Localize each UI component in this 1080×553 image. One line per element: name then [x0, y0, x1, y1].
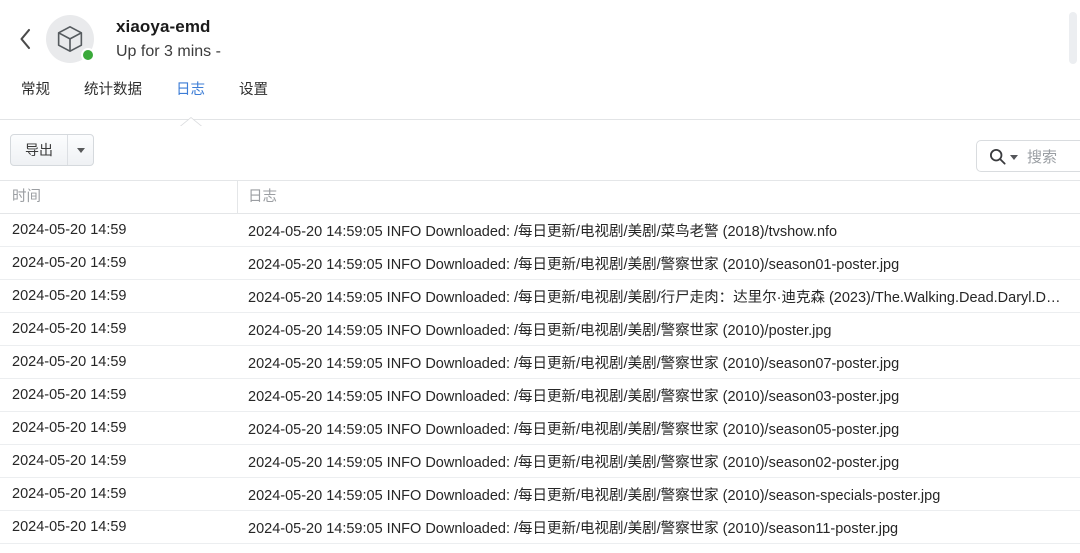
cell-log: 2024-05-20 14:59:05 INFO Downloaded: /每日…	[248, 421, 900, 438]
cell-time: 2024-05-20 14:59	[12, 453, 127, 469]
tab-settings[interactable]: 设置	[228, 78, 279, 100]
export-button-group: 导出	[10, 134, 94, 166]
cell-time: 2024-05-20 14:59	[12, 255, 127, 271]
search-icon	[989, 148, 1006, 165]
table-row[interactable]: 2024-05-20 14:59 2024-05-20 14:59:05 INF…	[0, 445, 1080, 478]
page-title: xiaoya-emd	[116, 17, 211, 36]
tab-general-label: 常规	[21, 82, 50, 98]
export-button[interactable]: 导出	[11, 135, 67, 165]
search-filter-chevron-icon[interactable]	[1010, 155, 1018, 160]
page-header: xiaoya-emd Up for 3 mins -	[0, 0, 1080, 78]
table-row[interactable]: 2024-05-20 14:59 2024-05-20 14:59:05 INF…	[0, 511, 1080, 544]
status-badge	[81, 48, 95, 62]
cell-time: 2024-05-20 14:59	[12, 486, 127, 502]
cell-time: 2024-05-20 14:59	[12, 519, 127, 535]
tab-stats-label: 统计数据	[84, 82, 142, 98]
scrollbar-thumb[interactable]	[1069, 12, 1077, 64]
table-row[interactable]: 2024-05-20 14:59 2024-05-20 14:59:05 INF…	[0, 313, 1080, 346]
tab-general[interactable]: 常规	[10, 78, 61, 100]
cell-log: 2024-05-20 14:59:05 INFO Downloaded: /每日…	[248, 256, 900, 273]
cell-log: 2024-05-20 14:59:05 INFO Downloaded: /每日…	[248, 487, 941, 504]
table-row[interactable]: 2024-05-20 14:59 2024-05-20 14:59:05 INF…	[0, 214, 1080, 247]
avatar	[46, 15, 95, 63]
uptime-status: Up for 3 mins -	[116, 43, 221, 60]
tab-settings-label: 设置	[239, 82, 268, 98]
table-row[interactable]: 2024-05-20 14:59 2024-05-20 14:59:05 INF…	[0, 247, 1080, 280]
cell-log: 2024-05-20 14:59:05 INFO Downloaded: /每日…	[248, 454, 900, 471]
cell-log: 2024-05-20 14:59:05 INFO Downloaded: /每日…	[248, 520, 899, 537]
cell-log: 2024-05-20 14:59:05 INFO Downloaded: /每日…	[248, 223, 838, 240]
cell-log: 2024-05-20 14:59:05 INFO Downloaded: /每日…	[248, 289, 1073, 306]
logs-toolbar: 导出	[0, 120, 1080, 180]
logs-table: 时间 日志 2024-05-20 14:59 2024-05-20 14:59:…	[0, 180, 1080, 544]
chevron-down-icon	[76, 147, 85, 153]
cell-time: 2024-05-20 14:59	[12, 387, 127, 403]
title-block: xiaoya-emd Up for 3 mins -	[116, 15, 221, 63]
cell-log: 2024-05-20 14:59:05 INFO Downloaded: /每日…	[248, 355, 900, 372]
table-header-row: 时间 日志	[0, 180, 1080, 214]
table-row[interactable]: 2024-05-20 14:59 2024-05-20 14:59:05 INF…	[0, 346, 1080, 379]
chevron-left-icon	[18, 28, 32, 50]
table-row[interactable]: 2024-05-20 14:59 2024-05-20 14:59:05 INF…	[0, 478, 1080, 511]
cell-time: 2024-05-20 14:59	[12, 321, 127, 337]
cell-log: 2024-05-20 14:59:05 INFO Downloaded: /每日…	[248, 322, 832, 339]
container-cube-icon	[55, 24, 85, 54]
table-row[interactable]: 2024-05-20 14:59 2024-05-20 14:59:05 INF…	[0, 379, 1080, 412]
tab-stats[interactable]: 统计数据	[73, 78, 153, 100]
export-dropdown-button[interactable]	[67, 135, 93, 165]
cell-time: 2024-05-20 14:59	[12, 288, 127, 304]
cell-time: 2024-05-20 14:59	[12, 354, 127, 370]
page-scrollbar[interactable]	[1069, 0, 1077, 553]
tab-logs-label: 日志	[176, 82, 205, 98]
export-button-label: 导出	[25, 142, 53, 158]
cell-log: 2024-05-20 14:59:05 INFO Downloaded: /每日…	[248, 388, 900, 405]
column-header-time[interactable]: 时间	[0, 180, 238, 214]
search-placeholder: 搜索	[1027, 148, 1058, 166]
back-button[interactable]	[8, 19, 42, 59]
cell-time: 2024-05-20 14:59	[12, 420, 127, 436]
container-detail-page: xiaoya-emd Up for 3 mins - 常规 统计数据 日志 设置…	[0, 0, 1080, 553]
cell-time: 2024-05-20 14:59	[12, 222, 127, 238]
tab-logs[interactable]: 日志	[165, 78, 216, 127]
table-row[interactable]: 2024-05-20 14:59 2024-05-20 14:59:05 INF…	[0, 412, 1080, 445]
column-header-log[interactable]: 日志	[238, 181, 1080, 214]
search-input[interactable]: 搜索	[976, 140, 1080, 172]
table-row[interactable]: 2024-05-20 14:59 2024-05-20 14:59:05 INF…	[0, 280, 1080, 313]
tab-bar: 常规 统计数据 日志 设置	[0, 78, 1080, 127]
